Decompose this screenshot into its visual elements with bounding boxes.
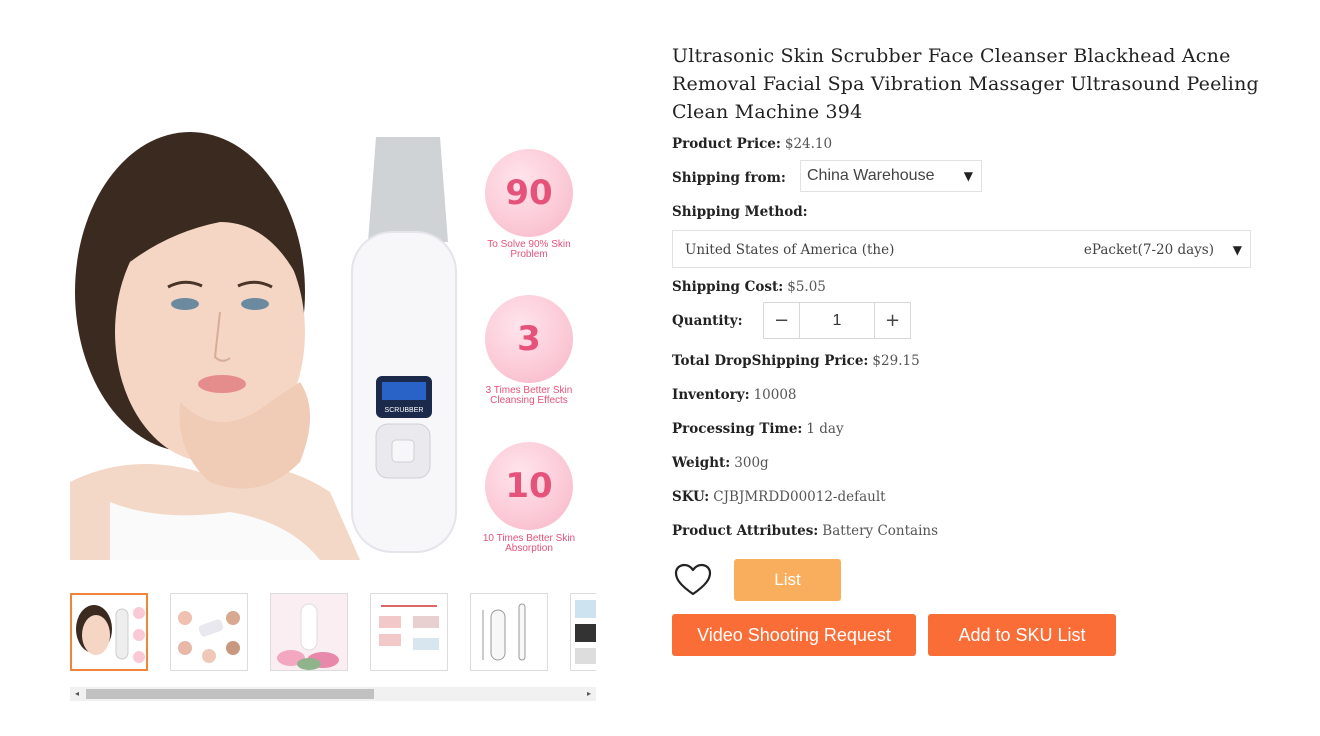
- list-button[interactable]: List: [734, 559, 841, 601]
- shipping-cost-row: Shipping Cost: $5.05: [672, 277, 826, 297]
- caret-down-icon: ▼: [1232, 243, 1242, 257]
- scrollbar-thumb[interactable]: [86, 689, 374, 699]
- shipping-from-row: Shipping from:: [672, 168, 786, 188]
- shipping-cost-value: $5.05: [787, 279, 826, 295]
- thumbnail-6[interactable]: [570, 593, 596, 671]
- thumbnail-3[interactable]: [270, 593, 348, 671]
- bubble-3-caption: 3 Times Better Skin Cleansing Effects: [485, 385, 573, 406]
- shipping-cost-label: Shipping Cost:: [672, 279, 784, 295]
- thumbnail-2[interactable]: [170, 593, 248, 671]
- shipping-from-select[interactable]: China Warehouse ▼: [800, 160, 982, 192]
- quantity-input[interactable]: 1: [800, 302, 874, 339]
- thumbnail-1[interactable]: [70, 593, 148, 671]
- bubble-10: 10: [485, 442, 573, 530]
- total-value: $29.15: [872, 353, 920, 369]
- price-row: Product Price: $24.10: [672, 134, 832, 154]
- scroll-right-icon[interactable]: ▸: [582, 687, 596, 701]
- inventory-label: Inventory:: [672, 387, 750, 403]
- attributes-value: Battery Contains: [822, 523, 939, 539]
- video-shooting-request-button[interactable]: Video Shooting Request: [672, 614, 916, 656]
- price-label: Product Price:: [672, 136, 781, 152]
- plus-icon[interactable]: +: [874, 302, 911, 339]
- thumbnail-5[interactable]: [470, 593, 548, 671]
- weight-value: 300g: [734, 455, 769, 471]
- processing-row: Processing Time: 1 day: [672, 419, 844, 439]
- shipping-from-value: China Warehouse: [807, 167, 935, 184]
- attributes-row: Product Attributes: Battery Contains: [672, 521, 938, 541]
- bubble-10-caption: 10 Times Better Skin Absorption: [482, 533, 576, 554]
- minus-icon[interactable]: −: [763, 302, 800, 339]
- bubble-90: 90: [485, 149, 573, 237]
- quantity-stepper: − 1 +: [763, 302, 911, 339]
- inventory-row: Inventory: 10008: [672, 385, 797, 405]
- processing-value: 1 day: [806, 421, 844, 437]
- total-row: Total DropShipping Price: $29.15: [672, 351, 920, 371]
- thumbnail-strip: [70, 593, 596, 675]
- price-value: $24.10: [784, 136, 833, 152]
- thumbnail-4[interactable]: [370, 593, 448, 671]
- processing-label: Processing Time:: [672, 421, 803, 437]
- weight-row: Weight: 300g: [672, 453, 769, 473]
- scroll-left-icon[interactable]: ◂: [70, 687, 84, 701]
- shipping-from-label: Shipping from:: [672, 170, 786, 186]
- main-product-image: SCRUBBER 90 To Solve 90% Skin Problem 3 …: [70, 82, 598, 560]
- sku-label: SKU:: [672, 489, 710, 505]
- sku-row: SKU: CJBJMRDD00012-default: [672, 487, 886, 507]
- heart-icon[interactable]: [674, 563, 712, 597]
- quantity-label: Quantity:: [672, 313, 743, 329]
- shipping-method-select[interactable]: United States of America (the) ePacket(7…: [672, 230, 1251, 268]
- caret-down-icon: ▼: [963, 169, 973, 183]
- shipping-country: United States of America (the): [685, 242, 895, 258]
- shipping-method-label: Shipping Method:: [672, 204, 808, 220]
- shipping-method-value: ePacket(7-20 days): [1083, 242, 1214, 258]
- device-label: SCRUBBER: [385, 407, 424, 414]
- product-title: Ultrasonic Skin Scrubber Face Cleanser B…: [672, 45, 1259, 123]
- bubble-90-caption: To Solve 90% Skin Problem: [487, 239, 571, 260]
- sku-value: CJBJMRDD00012-default: [713, 489, 886, 505]
- bubble-3: 3: [485, 295, 573, 383]
- inventory-value: 10008: [753, 387, 797, 403]
- quantity-row: Quantity:: [672, 311, 743, 331]
- shipping-method-row: Shipping Method:: [672, 202, 808, 222]
- thumbnail-scrollbar[interactable]: ◂ ▸: [70, 687, 596, 701]
- weight-label: Weight:: [672, 455, 731, 471]
- total-label: Total DropShipping Price:: [672, 353, 869, 369]
- attributes-label: Product Attributes:: [672, 523, 819, 539]
- add-to-sku-list-button[interactable]: Add to SKU List: [928, 614, 1116, 656]
